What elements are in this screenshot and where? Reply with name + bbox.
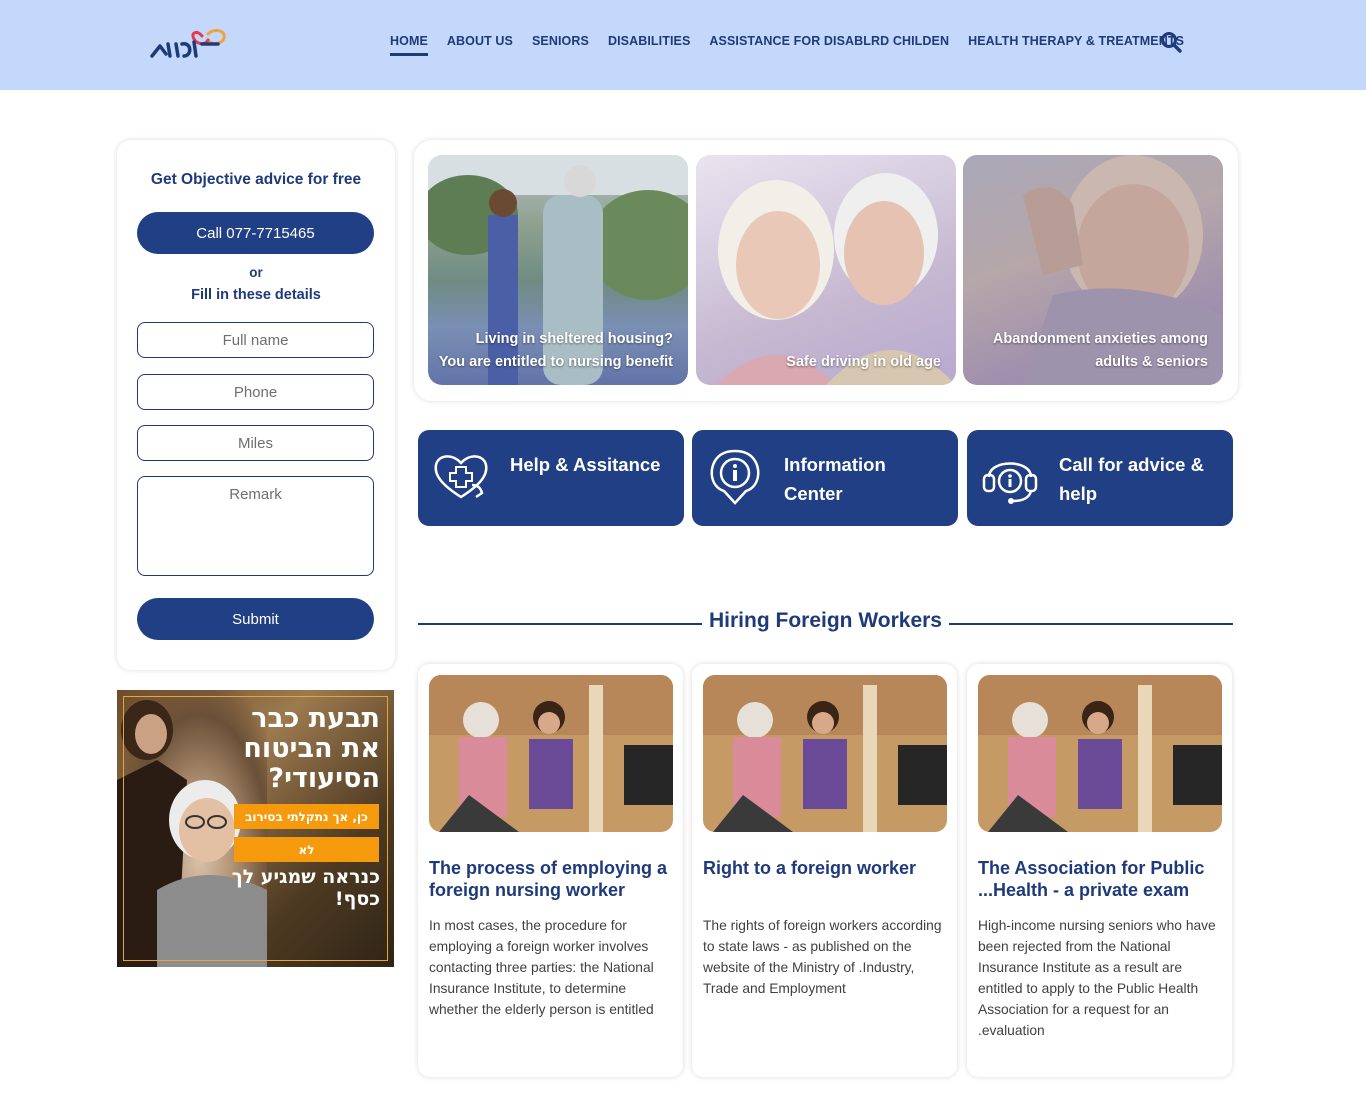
nav-seniors[interactable]: SENIORS — [532, 34, 589, 48]
service-label: Help & Assitance — [510, 454, 661, 475]
ad-option-no[interactable]: לא — [234, 837, 379, 862]
help-assistance-button[interactable]: Help & Assitance — [418, 430, 684, 526]
headset-icon — [981, 447, 1039, 507]
article-title[interactable]: The Association for Public ...Health - a… — [978, 857, 1223, 901]
ad-headline: תבעת כבר את הביטוח הסיעודי? — [243, 703, 380, 794]
article-card[interactable]: The Association for Public ...Health - a… — [967, 664, 1232, 1077]
hero-tile-safe-driving[interactable]: Safe driving in old age — [696, 155, 956, 385]
form-title: Get Objective advice for free — [150, 171, 362, 188]
main-nav: HOME ABOUT US SENIORS DISABILITIES ASSIS… — [390, 34, 1184, 56]
hero-tile-abandonment-anxiety[interactable]: Abandonment anxieties among adults & sen… — [963, 155, 1223, 385]
call-button[interactable]: Call 077-7715465 — [137, 212, 374, 254]
full-name-input[interactable] — [137, 322, 374, 358]
featured-articles: Living in sheltered housing? You are ent… — [414, 140, 1238, 401]
article-title[interactable]: The process of employing a foreign nursi… — [429, 857, 674, 901]
heart-medical-icon — [432, 447, 490, 507]
hero-caption: Safe driving in old age — [786, 354, 941, 370]
site-header: HOME ABOUT US SENIORS DISABILITIES ASSIS… — [0, 0, 1366, 90]
phone-input[interactable] — [137, 374, 374, 410]
ad-option-yes[interactable]: כן, אך נתקלתי בסירוב — [234, 804, 379, 829]
search-icon[interactable] — [1160, 31, 1182, 53]
article-excerpt: High-income nursing seniors who have bee… — [978, 918, 1216, 1038]
article-card[interactable]: The process of employing a foreign nursi… — [418, 664, 683, 1077]
information-center-button[interactable]: Information Center — [692, 430, 958, 526]
article-thumbnail — [978, 675, 1222, 832]
service-label: Information Center — [784, 454, 886, 504]
call-advice-button[interactable]: Call for advice & help — [967, 430, 1233, 526]
section-heading: Hiring Foreign Workers — [418, 608, 1233, 638]
article-excerpt: The rights of foreign workers according … — [703, 918, 942, 996]
section-title: Hiring Foreign Workers — [709, 609, 942, 632]
info-pin-icon — [706, 447, 764, 507]
or-text: or — [249, 265, 263, 280]
nav-home[interactable]: HOME — [390, 34, 428, 56]
site-logo[interactable] — [148, 26, 230, 62]
submit-button[interactable]: Submit — [137, 598, 374, 640]
article-thumbnail — [703, 675, 947, 832]
advice-form-card: Get Objective advice for free Call 077-7… — [117, 140, 395, 670]
hero-caption: Abandonment anxieties among adults & sen… — [992, 331, 1208, 370]
remark-textarea[interactable] — [137, 476, 374, 576]
ad-bottom-text: כנראה שמגיע לך כסף! — [231, 866, 380, 910]
nav-about-us[interactable]: ABOUT US — [447, 34, 513, 48]
fill-details-text: Fill in these details — [191, 287, 321, 303]
service-label: Call for advice & help — [1059, 454, 1204, 504]
nav-disabilities[interactable]: DISABILITIES — [608, 34, 690, 48]
article-card[interactable]: Right to a foreign worker The rights of … — [692, 664, 957, 1077]
article-thumbnail — [429, 675, 673, 832]
nav-assistance-children[interactable]: ASSISTANCE FOR DISABLRD CHILDEN — [709, 34, 949, 48]
hero-caption: Living in sheltered housing? You are ent… — [438, 331, 673, 370]
hero-tile-sheltered-housing[interactable]: Living in sheltered housing? You are ent… — [428, 155, 688, 385]
article-title[interactable]: Right to a foreign worker — [703, 857, 948, 879]
nav-health-therapy[interactable]: HEALTH THERAPY & TREATMENTS — [968, 34, 1184, 48]
miles-input[interactable] — [137, 425, 374, 461]
article-excerpt: In most cases, the procedure for employi… — [429, 918, 654, 1017]
insurance-ad-banner[interactable]: תבעת כבר את הביטוח הסיעודי? כן, אך נתקלת… — [117, 690, 394, 967]
